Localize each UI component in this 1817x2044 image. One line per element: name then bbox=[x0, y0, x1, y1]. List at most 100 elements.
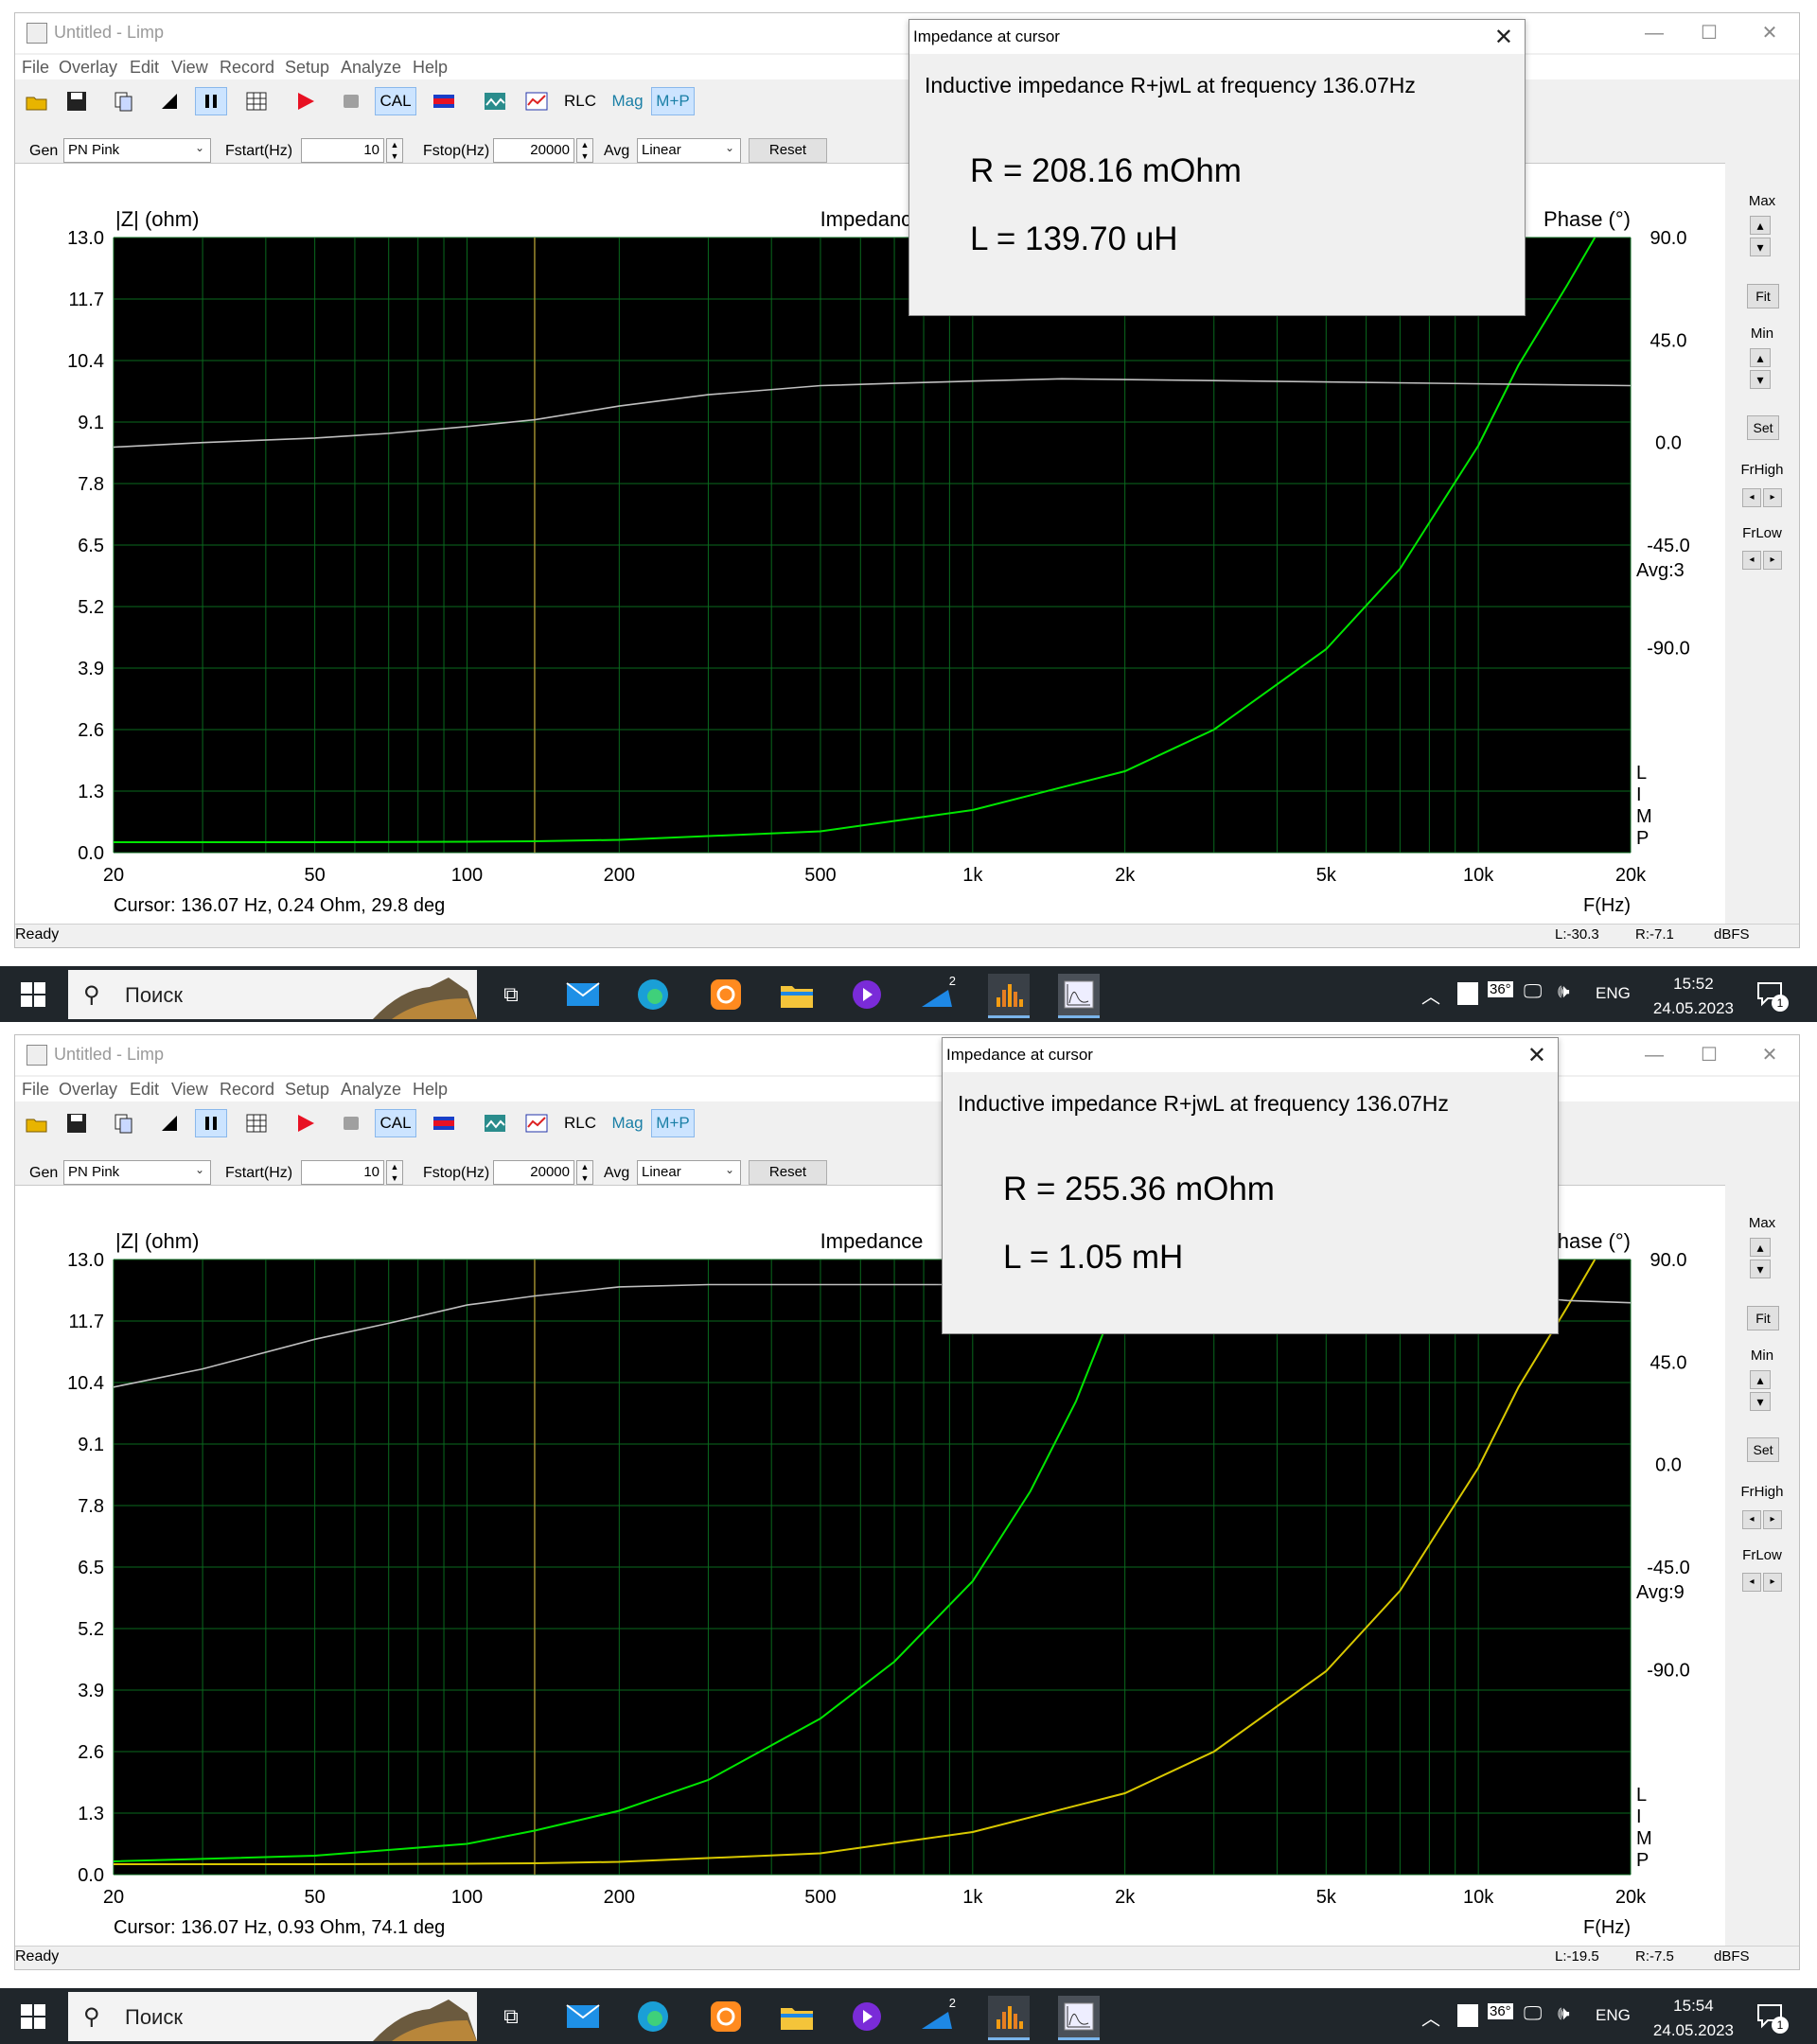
task-view-icon[interactable]: ⧉ bbox=[490, 974, 532, 1015]
fstop-input[interactable]: 20000 bbox=[493, 1160, 574, 1185]
windows-start-icon[interactable] bbox=[21, 2004, 45, 2029]
min-up-button[interactable]: ▴ bbox=[1750, 348, 1771, 367]
menu-analyze[interactable]: Analyze bbox=[341, 1080, 401, 1100]
title-bar[interactable]: Untitled - Limp — ☐ ✕ bbox=[15, 13, 1799, 53]
avg-select[interactable]: Linear ⌄ bbox=[637, 138, 741, 163]
cal-button[interactable]: CAL bbox=[375, 1109, 416, 1137]
white-square-icon[interactable] bbox=[1457, 982, 1478, 1005]
notifications-icon[interactable]: 1 bbox=[1756, 979, 1789, 1012]
menu-help[interactable]: Help bbox=[413, 1080, 448, 1100]
menu-record[interactable]: Record bbox=[220, 1080, 274, 1100]
menu-file[interactable]: File bbox=[22, 1080, 49, 1100]
play-icon[interactable] bbox=[290, 87, 322, 115]
menu-edit[interactable]: Edit bbox=[130, 1080, 159, 1100]
menu-help[interactable]: Help bbox=[413, 58, 448, 78]
pause-icon[interactable] bbox=[195, 1109, 227, 1137]
menu-view[interactable]: View bbox=[171, 58, 208, 78]
weather-temp[interactable]: 36° bbox=[1488, 2003, 1513, 2019]
close-button[interactable]: ✕ bbox=[1743, 1041, 1796, 1069]
frhigh-left-button[interactable]: ◂ bbox=[1742, 1510, 1761, 1529]
cursor-mode-icon[interactable] bbox=[153, 87, 185, 115]
menu-view[interactable]: View bbox=[171, 1080, 208, 1100]
language-indicator[interactable]: ENG bbox=[1596, 2006, 1631, 2025]
volume-icon[interactable]: 🕪 bbox=[1558, 2003, 1570, 2025]
clock[interactable]: 15:52 24.05.2023 bbox=[1653, 972, 1734, 1021]
flag-icon[interactable] bbox=[428, 87, 460, 115]
fstart-input[interactable]: 10 bbox=[301, 138, 384, 163]
taskbar-search-box[interactable]: ⚲ Поиск bbox=[68, 1992, 477, 2041]
min-up-button[interactable]: ▴ bbox=[1750, 1370, 1771, 1389]
dialog-close-icon[interactable]: ✕ bbox=[1527, 1042, 1546, 1069]
audio-analyzer-icon[interactable] bbox=[988, 1996, 1030, 2040]
fstart-stepper[interactable]: ▲ ▼ bbox=[386, 1160, 403, 1185]
open-folder-icon[interactable] bbox=[21, 1109, 53, 1137]
mag-button[interactable]: Mag bbox=[608, 87, 647, 115]
menu-overlay[interactable]: Overlay bbox=[59, 1080, 117, 1100]
impedance-wave-icon[interactable] bbox=[479, 1109, 511, 1137]
reset-button[interactable]: Reset bbox=[749, 1160, 827, 1185]
overlay-graph-icon[interactable] bbox=[520, 87, 553, 115]
mag-phase-button[interactable]: M+P bbox=[651, 87, 695, 115]
dialog-title-bar[interactable]: Impedance at cursor ✕ bbox=[943, 1038, 1558, 1072]
chevron-up-icon[interactable]: ︿ bbox=[1421, 2003, 1440, 2031]
menu-setup[interactable]: Setup bbox=[285, 58, 329, 78]
set-button[interactable]: Set bbox=[1747, 1437, 1779, 1462]
gen-select[interactable]: PN Pink ⌄ bbox=[63, 138, 211, 163]
mail-icon[interactable] bbox=[562, 974, 604, 1015]
play-icon[interactable] bbox=[290, 1109, 322, 1137]
menu-record[interactable]: Record bbox=[220, 58, 274, 78]
fit-button[interactable]: Fit bbox=[1747, 1306, 1779, 1330]
file-explorer-icon[interactable] bbox=[776, 974, 818, 1015]
uc-browser-icon[interactable] bbox=[705, 1996, 747, 2037]
edge-icon[interactable] bbox=[632, 974, 674, 1015]
grid-icon[interactable] bbox=[240, 87, 273, 115]
impedance-wave-icon[interactable] bbox=[479, 87, 511, 115]
maximize-button[interactable]: ☐ bbox=[1683, 19, 1736, 47]
white-square-icon[interactable] bbox=[1457, 2004, 1478, 2027]
frlow-right-button[interactable]: ▸ bbox=[1763, 1573, 1782, 1592]
menu-edit[interactable]: Edit bbox=[130, 58, 159, 78]
max-down-button[interactable]: ▾ bbox=[1750, 238, 1771, 256]
weather-temp[interactable]: 36° bbox=[1488, 981, 1513, 997]
app-with-badge-icon[interactable]: 2 bbox=[916, 974, 958, 1015]
fstop-stepper[interactable]: ▲ ▼ bbox=[576, 1160, 593, 1185]
pause-icon[interactable] bbox=[195, 87, 227, 115]
frhigh-right-button[interactable]: ▸ bbox=[1763, 488, 1782, 507]
max-up-button[interactable]: ▴ bbox=[1750, 1238, 1771, 1257]
overlay-graph-icon[interactable] bbox=[520, 1109, 553, 1137]
cal-button[interactable]: CAL bbox=[375, 87, 416, 115]
mag-phase-button[interactable]: M+P bbox=[651, 1109, 695, 1137]
copy-icon[interactable] bbox=[108, 87, 140, 115]
chevron-up-icon[interactable]: ︿ bbox=[1421, 981, 1440, 1009]
cursor-mode-icon[interactable] bbox=[153, 1109, 185, 1137]
copy-icon[interactable] bbox=[108, 1109, 140, 1137]
mag-button[interactable]: Mag bbox=[608, 1109, 647, 1137]
grid-icon[interactable] bbox=[240, 1109, 273, 1137]
max-up-button[interactable]: ▴ bbox=[1750, 216, 1771, 235]
dialog-close-icon[interactable]: ✕ bbox=[1494, 24, 1513, 51]
mail-icon[interactable] bbox=[562, 1996, 604, 2037]
frhigh-right-button[interactable]: ▸ bbox=[1763, 1510, 1782, 1529]
media-player-icon[interactable] bbox=[846, 1996, 888, 2037]
menu-overlay[interactable]: Overlay bbox=[59, 58, 117, 78]
save-icon[interactable] bbox=[61, 1109, 93, 1137]
frlow-right-button[interactable]: ▸ bbox=[1763, 551, 1782, 570]
edge-icon[interactable] bbox=[632, 1996, 674, 2037]
menu-analyze[interactable]: Analyze bbox=[341, 58, 401, 78]
frlow-left-button[interactable]: ◂ bbox=[1742, 551, 1761, 570]
open-folder-icon[interactable] bbox=[21, 87, 53, 115]
language-indicator[interactable]: ENG bbox=[1596, 984, 1631, 1003]
menu-setup[interactable]: Setup bbox=[285, 1080, 329, 1100]
min-down-button[interactable]: ▾ bbox=[1750, 1392, 1771, 1411]
rlc-button[interactable]: RLC bbox=[558, 87, 602, 115]
close-button[interactable]: ✕ bbox=[1743, 19, 1796, 47]
fstart-stepper[interactable]: ▲ ▼ bbox=[386, 138, 403, 163]
network-icon[interactable]: 🖵 bbox=[1524, 981, 1542, 1003]
fit-button[interactable]: Fit bbox=[1747, 284, 1779, 308]
gen-select[interactable]: PN Pink ⌄ bbox=[63, 1160, 211, 1185]
fstop-input[interactable]: 20000 bbox=[493, 138, 574, 163]
task-view-icon[interactable]: ⧉ bbox=[490, 1996, 532, 2037]
avg-select[interactable]: Linear ⌄ bbox=[637, 1160, 741, 1185]
frhigh-left-button[interactable]: ◂ bbox=[1742, 488, 1761, 507]
frlow-left-button[interactable]: ◂ bbox=[1742, 1573, 1761, 1592]
